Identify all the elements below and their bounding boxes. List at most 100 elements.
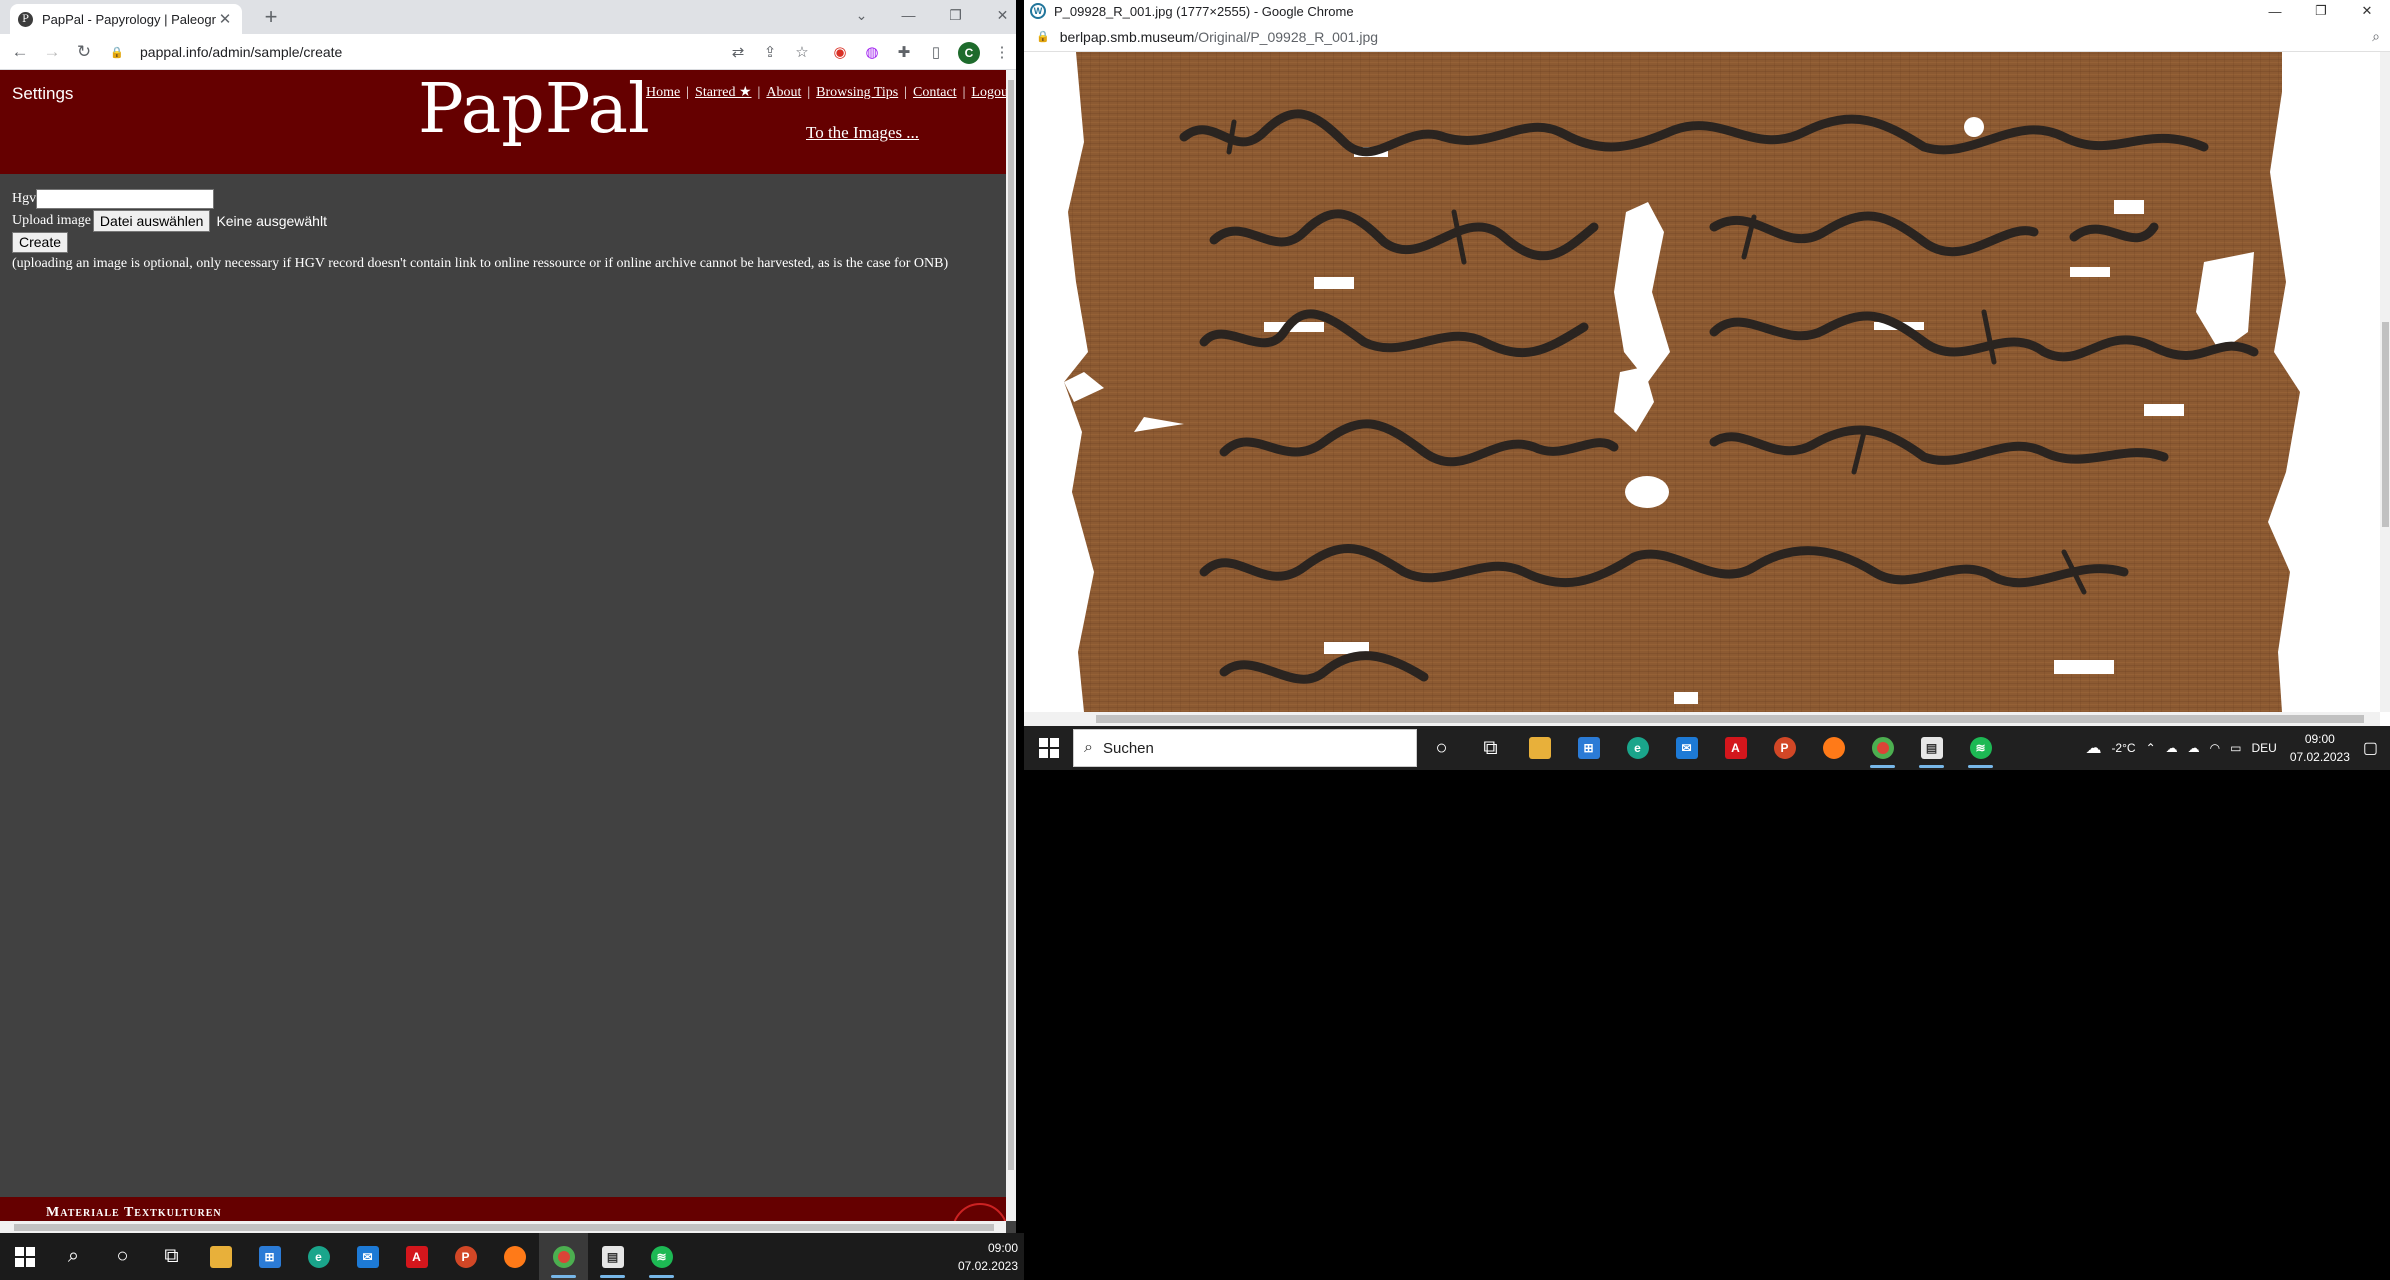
- clock-date: 07.02.2023: [2289, 750, 2350, 764]
- zoom-icon[interactable]: ⌕: [2372, 28, 2380, 45]
- wifi-icon[interactable]: ◠: [2210, 741, 2220, 755]
- extensions-puzzle-icon[interactable]: ✚: [892, 40, 916, 64]
- profile-avatar[interactable]: C: [958, 42, 980, 64]
- extension-red-icon[interactable]: ◉: [828, 40, 852, 64]
- restore-icon[interactable]: ❐: [2298, 0, 2344, 22]
- hgv-label: Hgv: [12, 190, 37, 206]
- task-view-icon[interactable]: ⧉: [1466, 726, 1515, 770]
- start-button[interactable]: [1024, 726, 1073, 770]
- side-panel-icon[interactable]: ▯: [924, 40, 948, 64]
- weather-cloud-icon[interactable]: ☁: [2085, 738, 2101, 758]
- file-explorer-icon[interactable]: [196, 1233, 245, 1280]
- edge-icon[interactable]: e: [1613, 726, 1662, 770]
- search-icon: ⌕: [1084, 739, 1093, 756]
- nav-starred[interactable]: Starred ★: [695, 85, 751, 100]
- site-header: Settings PapPal Home | Starred ★ | About | Bro…: [0, 70, 1006, 174]
- right-horizontal-scrollbar[interactable]: [1024, 712, 2380, 726]
- papyrus-image[interactable]: [1024, 52, 2380, 712]
- acrobat-icon[interactable]: A: [392, 1233, 441, 1280]
- url-host: berlpap.smb.museum: [1059, 28, 1195, 45]
- bookmark-star-icon[interactable]: ☆: [790, 40, 814, 64]
- search-placeholder: Suchen: [1102, 739, 1154, 757]
- translate-icon[interactable]: ⇄: [726, 40, 750, 64]
- create-button[interactable]: Create: [12, 231, 69, 253]
- nav-contact[interactable]: Contact: [913, 85, 957, 100]
- taskbar-right: ⌕ Suchen ○ ⧉ ⊞ e ✉ A P ▤ ≋ ☁ -2°C ⌃ ☁ ☁ …: [1024, 726, 2390, 770]
- reload-icon[interactable]: ↻: [72, 40, 96, 64]
- store-icon[interactable]: ⊞: [1564, 726, 1613, 770]
- back-icon[interactable]: ←: [8, 40, 32, 64]
- firefox-icon[interactable]: [490, 1233, 539, 1280]
- weather-temp[interactable]: -2°C: [2111, 741, 2135, 755]
- right-address-bar[interactable]: 🔒 berlpap.smb.museum/Original/P_09928_R_…: [1024, 22, 2390, 52]
- taskbar-clock-left[interactable]: 09:00 07.02.2023: [958, 1239, 1018, 1275]
- address-bar[interactable]: 🔒 pappal.info/admin/sample/create: [110, 39, 830, 65]
- close-window-icon[interactable]: ✕: [2344, 0, 2390, 22]
- vertical-scrollbar[interactable]: [1006, 70, 1016, 1221]
- mail-icon[interactable]: ✉: [343, 1233, 392, 1280]
- nav-logout[interactable]: Logou: [971, 85, 1006, 100]
- powerpoint-icon[interactable]: P: [441, 1233, 490, 1280]
- system-tray-left: 09:00 07.02.2023: [950, 1233, 1024, 1280]
- right-title-bar: W P_09928_R_001.jpg (1777×2555) - Google…: [1024, 0, 2390, 22]
- chrome-icon[interactable]: [1858, 726, 1907, 770]
- to-images-link[interactable]: To the Images ...: [806, 123, 919, 143]
- share-icon[interactable]: ⇪: [758, 40, 782, 64]
- start-button[interactable]: [0, 1233, 49, 1280]
- taskbar-search[interactable]: ⌕ Suchen: [1073, 729, 1417, 767]
- browser-toolbar: ← → ↻ 🔒 pappal.info/admin/sample/create …: [0, 34, 1016, 70]
- site-logo[interactable]: PapPal: [418, 70, 650, 149]
- onedrive-icon[interactable]: ☁: [2166, 741, 2178, 755]
- task-view-icon[interactable]: ⧉: [147, 1233, 196, 1280]
- clock-time: 09:00: [2304, 732, 2335, 746]
- nav-about[interactable]: About: [766, 85, 801, 100]
- acrobat-icon[interactable]: A: [1711, 726, 1760, 770]
- tab-pappal[interactable]: P PapPal - Papyrology | Paleograph ✕: [10, 4, 242, 34]
- search-icon[interactable]: ⌕: [49, 1233, 98, 1280]
- left-browser-window: P PapPal - Papyrology | Paleograph ✕ + ⌄…: [0, 0, 1016, 1233]
- nav-home[interactable]: Home: [646, 85, 680, 100]
- new-tab-button[interactable]: +: [258, 4, 284, 30]
- edge-icon[interactable]: e: [294, 1233, 343, 1280]
- reader-app-icon[interactable]: ▤: [1907, 726, 1956, 770]
- file-explorer-icon[interactable]: [1515, 726, 1564, 770]
- lock-icon: 🔒: [110, 46, 124, 59]
- tab-title: PapPal - Papyrology | Paleograph: [42, 11, 216, 27]
- spotify-icon[interactable]: ≋: [1956, 726, 2005, 770]
- battery-icon[interactable]: ▭: [2230, 741, 2241, 755]
- cortana-icon[interactable]: ○: [98, 1233, 147, 1280]
- spotify-icon[interactable]: ≋: [637, 1233, 686, 1280]
- settings-link[interactable]: Settings: [12, 84, 73, 104]
- lock-icon: 🔒: [1036, 31, 1050, 43]
- close-tab-icon[interactable]: ✕: [216, 10, 234, 28]
- extension-purple-icon[interactable]: ◍: [860, 40, 884, 64]
- tab-search-icon[interactable]: ⌄: [838, 0, 885, 30]
- language-indicator[interactable]: DEU: [2251, 741, 2276, 755]
- right-vertical-scrollbar[interactable]: [2380, 52, 2390, 712]
- notifications-icon[interactable]: ▢: [2363, 738, 2378, 758]
- upload-image-label: Upload image: [12, 212, 91, 228]
- chrome-icon[interactable]: [539, 1233, 588, 1280]
- minimize-icon[interactable]: —: [885, 0, 932, 30]
- minimize-icon[interactable]: —: [2252, 0, 2298, 22]
- tray-chevron-icon[interactable]: ⌃: [2146, 741, 2156, 755]
- choose-file-button[interactable]: Datei auswählen: [92, 209, 211, 232]
- close-window-icon[interactable]: ✕: [979, 0, 1026, 30]
- store-icon[interactable]: ⊞: [245, 1233, 294, 1280]
- footer-title: Materiale Textkulturen: [46, 1205, 222, 1220]
- onedrive-business-icon[interactable]: ☁: [2188, 741, 2200, 755]
- reader-app-icon[interactable]: ▤: [588, 1233, 637, 1280]
- right-window-title: P_09928_R_001.jpg (1777×2555) - Google C…: [1054, 3, 1354, 19]
- firefox-icon[interactable]: [1809, 726, 1858, 770]
- horizontal-scrollbar[interactable]: [0, 1221, 1006, 1233]
- hgv-input[interactable]: [36, 188, 215, 209]
- taskbar-clock[interactable]: 09:00 07.02.2023: [2290, 730, 2350, 766]
- powerpoint-icon[interactable]: P: [1760, 726, 1809, 770]
- mail-icon[interactable]: ✉: [1662, 726, 1711, 770]
- restore-icon[interactable]: ❐: [932, 0, 979, 30]
- cortana-icon[interactable]: ○: [1417, 726, 1466, 770]
- forward-icon[interactable]: →: [40, 40, 64, 64]
- url-path: /Original/P_09928_R_001.jpg: [1194, 28, 1379, 45]
- nav-browsing-tips[interactable]: Browsing Tips: [816, 85, 898, 100]
- menu-kebab-icon[interactable]: ⋮: [990, 40, 1014, 64]
